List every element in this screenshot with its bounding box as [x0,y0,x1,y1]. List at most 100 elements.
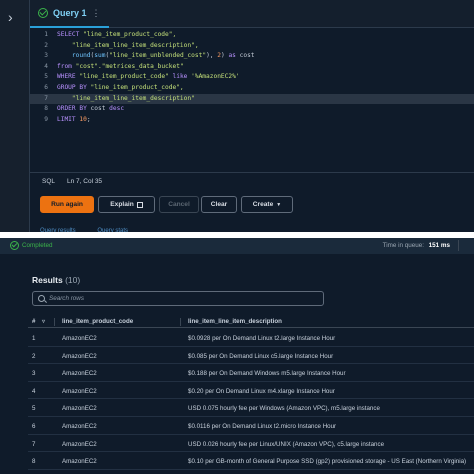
external-link-icon [136,201,143,208]
success-check-icon [38,8,48,18]
code-line[interactable]: 5 WHERE "line_item_product_code" like '%A… [30,72,474,83]
code-line[interactable]: 8 ORDER BY cost desc [30,104,474,115]
row-description: USD 0.075 hourly fee per Windows (Amazon… [188,405,380,413]
row-product-code: AmazonEC2 [62,352,97,360]
side-panel-toggle[interactable]: › [0,0,30,232]
table-row[interactable]: 4 AmazonEC2 $0.20 per On Demand Linux m4.x… [28,382,474,400]
code-token: cost [235,52,255,60]
create-dropdown-button[interactable]: Create ▼ [241,196,293,213]
code-line[interactable]: 3 round(sum("line_item_unblended_cost"),… [30,51,474,62]
table-row[interactable]: 2 AmazonEC2 $0.085 per On Demand Linux c5.… [28,347,474,365]
table-row[interactable]: 3 AmazonEC2 $0.188 per On Demand Windows m… [28,364,474,382]
language-label: SQL [42,178,56,185]
code-line[interactable]: 6 GROUP BY "line_item_product_code", [30,83,474,94]
column-divider[interactable] [54,318,55,326]
code-token: SELECT [57,31,84,38]
line-number: 8 [44,105,48,113]
create-label: Create [252,201,274,208]
run-again-button[interactable]: Run again [40,196,94,213]
row-product-code: AmazonEC2 [62,440,97,448]
code-line[interactable]: 9 LIMIT 10; [30,115,474,126]
query-editor-panel: › Query 1 ⋮ 1 SELECT "line_item_product_c… [0,0,474,234]
code-token: WHERE [57,73,80,81]
explain-button[interactable]: Explain [98,196,155,213]
results-count: (10) [65,275,81,285]
cursor-position: Ln 7, Col 35 [67,178,103,185]
table-row[interactable]: 5 AmazonEC2 USD 0.075 hourly fee per Windo… [28,399,474,417]
row-description: $0.0116 per On Demand Linux t2.micro Ins… [188,423,337,430]
row-index: 3 [32,370,36,378]
table-row[interactable]: 1 AmazonEC2 $0.0928 per On Demand Linux t2… [28,329,474,347]
code-text: ORDER BY cost desc [57,104,124,115]
code-text: LIMIT 10; [57,115,91,126]
row-product-code: AmazonEC2 [62,423,97,430]
code-token: from [57,62,76,70]
code-token: "line_item_product_code", [83,31,177,38]
query-status-bar: Completed Time in queue: 151 ms [0,238,474,254]
table-row[interactable]: 7 AmazonEC2 USD 0.026 hourly fee per Linux… [28,435,474,453]
code-token: LIMIT [57,115,80,123]
code-token: round [71,52,91,60]
row-description: $0.085 per On Demand Linux c5.large Inst… [188,352,334,360]
col-header-description[interactable]: line_item_line_item_description [188,318,282,325]
sql-editor[interactable]: 1 SELECT "line_item_product_code", 2 "line… [30,28,474,171]
line-number: 7 [44,94,48,102]
sort-icon[interactable]: ▿ [42,318,45,325]
line-number: 9 [44,115,48,123]
column-divider[interactable] [180,318,181,326]
results-heading: Results (10) [32,275,80,285]
editor-action-bar: Run again Explain Cancel Clear Create ▼ … [30,190,474,234]
code-text: from "cost"."metrices_data_bucket" [57,62,184,73]
results-title: Results [32,275,63,285]
code-token: "line_item_line_item_description" [71,94,195,102]
chevron-right-icon[interactable]: › [8,10,13,24]
row-product-code: AmazonEC2 [62,405,97,413]
row-description: USD 0.026 hourly fee per Linux/UNIX (Ama… [188,440,385,448]
code-text: WHERE "line_item_product_code" like '%Am… [57,72,240,83]
code-token: as [228,52,236,60]
search-rows-field[interactable] [32,291,324,306]
status-completed: Completed [22,242,53,249]
code-token: '%AmazonEC2%' [191,73,240,81]
tab-menu-icon[interactable]: ⋮ [92,8,101,19]
code-token: ), [206,52,218,60]
caret-down-icon: ▼ [276,201,282,208]
code-line[interactable]: 7 "line_item_line_item_description" [30,93,474,105]
code-token: like [168,73,192,81]
col-header-product-code[interactable]: line_item_product_code [62,318,133,325]
run-again-label: Run again [51,201,83,208]
table-row[interactable]: 8 AmazonEC2 $0.10 per GB-month of General … [28,452,474,470]
line-number: 1 [44,31,48,38]
row-index: 2 [32,352,36,360]
code-text: round(sum("line_item_unblended_cost"), 2… [57,51,255,62]
row-index: 7 [32,440,36,448]
row-product-code: AmazonEC2 [62,335,97,342]
code-line[interactable]: 2 "line_item_line_item_description", [30,41,474,52]
row-product-code: AmazonEC2 [62,458,97,466]
col-header-index[interactable]: # [32,318,35,325]
code-token: "line_item_product_code", [90,84,184,91]
code-token: sum [94,52,106,60]
search-input[interactable] [49,293,309,304]
row-index: 4 [32,387,36,395]
row-index: 6 [32,423,36,430]
row-product-code: AmazonEC2 [62,387,97,395]
code-line[interactable]: 1 SELECT "line_item_product_code", [30,30,474,41]
row-description: $0.0928 per On Demand Linux t2.large Ins… [188,335,336,342]
tab-query-1[interactable]: Query 1 ⋮ [30,0,109,28]
table-row[interactable]: 6 AmazonEC2 $0.0116 per On Demand Linux t2… [28,417,474,435]
line-number: 6 [44,84,48,91]
line-number: 5 [44,73,48,81]
code-line[interactable]: 4 from "cost"."metrices_data_bucket" [30,62,474,73]
code-text: "line_item_line_item_description" [57,94,195,105]
line-number: 3 [44,52,48,60]
cancel-button[interactable]: Cancel [159,196,199,213]
code-token: ORDER BY [57,105,91,113]
row-description: $0.10 per GB-month of General Purpose SS… [188,458,467,466]
row-description: $0.20 per On Demand Linux m4.xlarge Inst… [188,387,335,395]
row-index: 8 [32,458,36,466]
clear-button[interactable]: Clear [201,196,237,213]
